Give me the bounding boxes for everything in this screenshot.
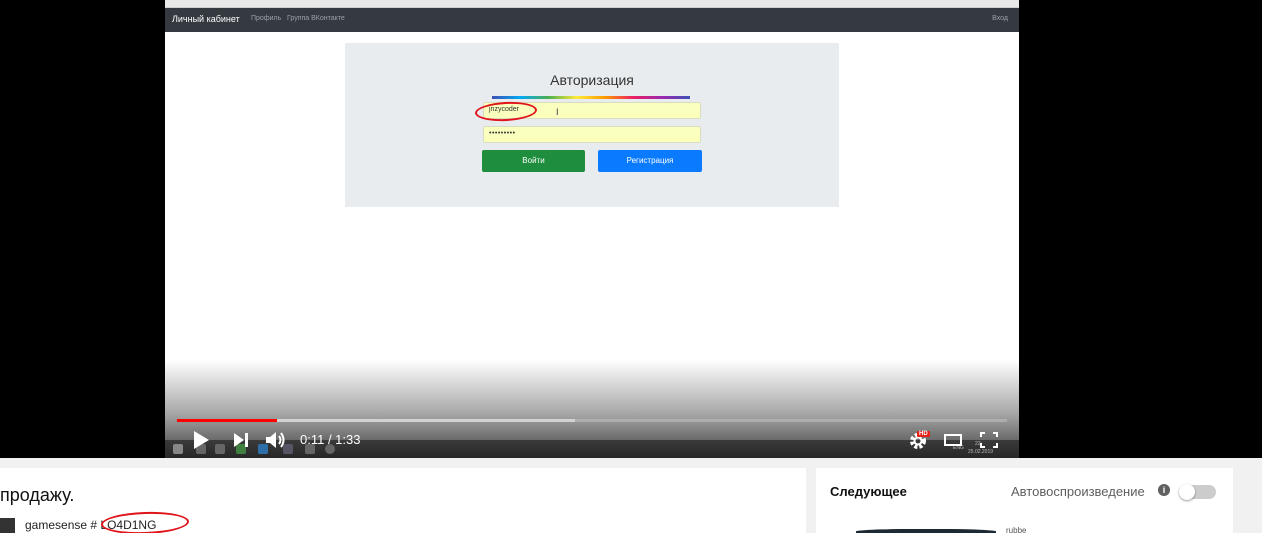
autoplay-label: Автовоспроизведение: [1011, 484, 1145, 499]
nav-link-vk-group: Группа ВКонтакте: [287, 15, 345, 22]
next-video-thumbnail[interactable]: [856, 529, 996, 533]
login-button: Войти: [482, 150, 585, 172]
auth-title: Авторизация: [550, 72, 634, 88]
video-info-panel: продажу. gamesense # LO4D1NG: [0, 468, 806, 533]
nav-brand: Личный кабинет: [172, 14, 240, 24]
fullscreen-icon[interactable]: [980, 432, 998, 448]
video-title: продажу.: [0, 485, 75, 505]
time-display: 0:11 / 1:33: [300, 432, 361, 447]
theater-mode-icon[interactable]: [944, 433, 962, 447]
nav-login-link: Вход: [992, 15, 1008, 22]
up-next-heading: Следующее: [830, 484, 907, 499]
site-navbar: Личный кабинет Профиль Группа ВКонтакте …: [165, 8, 1019, 32]
progress-played: [177, 419, 277, 422]
youtube-page: Личный кабинет Профиль Группа ВКонтакте …: [0, 0, 1262, 533]
progress-bar[interactable]: [177, 419, 1007, 422]
channel-name-text: gamesense #: [25, 518, 98, 532]
auth-card: Авторизация jnzycoder I ••••••••• Войти …: [345, 43, 839, 207]
play-icon[interactable]: [192, 430, 210, 450]
password-field: •••••••••: [483, 126, 701, 143]
toggle-knob: [1179, 484, 1195, 500]
red-circle-annotation: [100, 510, 190, 533]
task-view-icon: [215, 444, 225, 454]
info-icon[interactable]: i: [1158, 484, 1170, 496]
video-frame[interactable]: Личный кабинет Профиль Группа ВКонтакте …: [165, 0, 1019, 458]
date: 25.02.2019: [968, 449, 994, 455]
next-icon[interactable]: [233, 432, 249, 448]
recorded-browser-toolbar: [165, 0, 1019, 8]
next-video-title[interactable]: rubbe: [1006, 526, 1026, 533]
rainbow-divider: [492, 96, 690, 99]
channel-avatar[interactable]: [0, 518, 15, 533]
text-cursor-icon: I: [556, 107, 559, 117]
up-next-panel: Следующее Автовоспроизведение i rubbe: [816, 468, 1233, 533]
nav-link-profile: Профиль: [251, 15, 282, 22]
register-button: Регистрация: [598, 150, 702, 172]
windows-start-icon: [173, 444, 183, 454]
autoplay-toggle[interactable]: [1179, 484, 1216, 500]
volume-icon[interactable]: [265, 430, 287, 450]
hd-badge: HD: [917, 431, 930, 437]
video-player[interactable]: Личный кабинет Профиль Группа ВКонтакте …: [0, 0, 1262, 458]
recorded-taskbar: ENG 22: 25.02.2019: [165, 440, 1019, 458]
